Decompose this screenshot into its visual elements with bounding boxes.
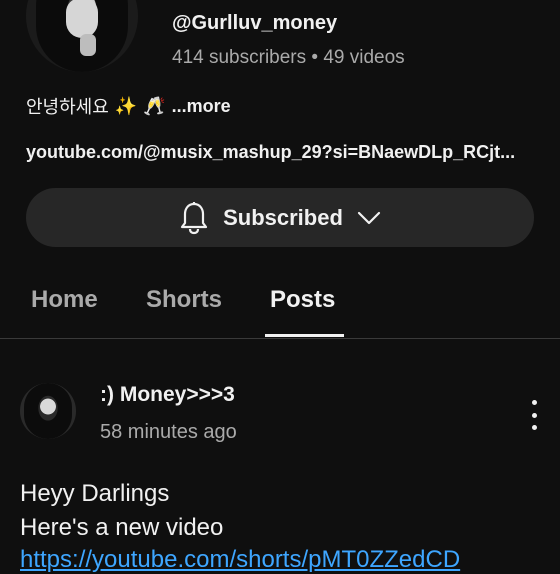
channel-tabs: Home Shorts Posts: [0, 270, 560, 338]
bio-text: 안녕하세요: [26, 97, 109, 117]
tab-home[interactable]: Home: [31, 286, 98, 314]
kebab-dot: [531, 412, 537, 418]
channel-avatar[interactable]: [26, 0, 138, 72]
channel-link[interactable]: youtube.com/@musix_mashup_29?si=BNaewDLp…: [26, 142, 515, 163]
subscribed-label: Subscribed: [223, 204, 343, 230]
bio-more-link[interactable]: ...more: [172, 96, 231, 117]
post-text-line: Here's a new video: [20, 514, 224, 541]
clinking-glasses-icon: 🥂: [143, 95, 166, 116]
channel-stats: 414 subscribers • 49 videos: [172, 47, 405, 68]
bell-icon: [179, 201, 209, 235]
subscribed-button[interactable]: Subscribed: [26, 188, 534, 247]
sparkles-icon: ✨: [114, 95, 138, 116]
avatar-face: [66, 0, 98, 38]
kebab-dot: [531, 425, 537, 430]
tab-posts[interactable]: Posts: [270, 286, 335, 314]
more-options-icon[interactable]: [522, 400, 546, 430]
post-author-avatar[interactable]: [20, 383, 76, 439]
tabs-divider: [0, 338, 560, 339]
post-link[interactable]: https://youtube.com/shorts/pMT0ZZedCD: [20, 546, 460, 574]
kebab-dot: [531, 400, 537, 405]
avatar-hand: [80, 34, 96, 56]
channel-handle: @Gurlluv_money: [172, 12, 338, 34]
tab-shorts[interactable]: Shorts: [146, 286, 222, 314]
post-author-name[interactable]: :) Money>>>3: [100, 383, 235, 407]
active-tab-indicator: [265, 334, 344, 337]
post-text-line: Heyy Darlings: [20, 480, 170, 507]
avatar-hair: [24, 383, 72, 439]
channel-bio[interactable]: 안녕하세요 ✨ 🥂 ...more: [26, 93, 231, 119]
chevron-down-icon: [357, 211, 381, 225]
post-timestamp: 58 minutes ago: [100, 421, 237, 443]
